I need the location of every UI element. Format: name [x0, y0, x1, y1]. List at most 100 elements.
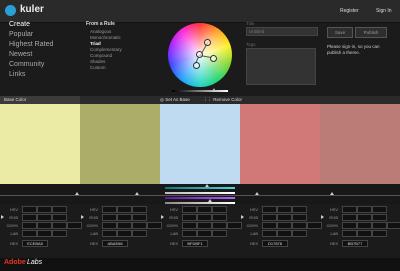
lab-value-field[interactable] [212, 230, 227, 237]
hsv-value-field[interactable] [132, 206, 147, 213]
cmyk-value-field[interactable] [37, 222, 52, 229]
rgb-value-field[interactable] [342, 214, 357, 221]
sign-in-link[interactable]: Sign In [376, 8, 392, 14]
rule-complementary[interactable]: Complementary [90, 47, 122, 52]
adobe-logo[interactable]: Adobe [4, 259, 26, 266]
nav-newest[interactable]: Newest [9, 51, 32, 59]
hsv-value-field[interactable] [212, 206, 227, 213]
color-swatch[interactable] [0, 104, 80, 184]
hsv-value-field[interactable] [372, 206, 387, 213]
lab-value-field[interactable] [22, 230, 37, 237]
rgb-value-field[interactable] [292, 214, 307, 221]
brightness-slider[interactable] [172, 90, 228, 92]
theme-title-input[interactable]: Untitled [246, 27, 318, 36]
lab-value-field[interactable] [277, 230, 292, 237]
gray-slider[interactable] [165, 202, 235, 204]
rgb-value-field[interactable] [37, 214, 52, 221]
rgb-value-field[interactable] [197, 214, 212, 221]
slider-thumb[interactable] [75, 192, 79, 195]
hex-value-field[interactable]: BFDBF1 [182, 240, 208, 247]
cmyk-value-field[interactable] [342, 222, 357, 229]
cyan-slider[interactable] [165, 187, 235, 189]
register-link[interactable]: Register [340, 8, 359, 14]
color-swatch[interactable] [80, 104, 160, 184]
lab-value-field[interactable] [52, 230, 67, 237]
save-button[interactable]: Save [327, 27, 353, 38]
wheel-color-marker[interactable] [204, 39, 211, 46]
hsv-value-field[interactable] [357, 206, 372, 213]
hex-value-field[interactable]: ECEBA5 [22, 240, 48, 247]
hex-value-field[interactable]: ABAE68 [102, 240, 128, 247]
rule-shades[interactable]: Shades [90, 59, 105, 64]
color-swatch[interactable] [240, 104, 320, 184]
lab-value-field[interactable] [182, 230, 197, 237]
hsv-value-field[interactable] [262, 206, 277, 213]
color-swatch[interactable] [320, 104, 400, 184]
hsv-value-field[interactable] [37, 206, 52, 213]
cmyk-value-field[interactable] [117, 222, 132, 229]
cmyk-value-field[interactable] [387, 222, 400, 229]
cmyk-value-field[interactable] [262, 222, 277, 229]
slider-thumb[interactable] [135, 192, 139, 195]
publish-button[interactable]: Publish [355, 27, 387, 38]
rgb-value-field[interactable] [102, 214, 117, 221]
cmyk-value-field[interactable] [372, 222, 387, 229]
rule-analogous[interactable]: Analogous [90, 29, 111, 34]
nav-links[interactable]: Links [9, 71, 25, 79]
rgb-value-field[interactable] [212, 214, 227, 221]
lab-value-field[interactable] [357, 230, 372, 237]
hsv-value-field[interactable] [22, 206, 37, 213]
lab-value-field[interactable] [262, 230, 277, 237]
wheel-base-marker[interactable] [196, 51, 203, 58]
kuler-logo-icon[interactable] [5, 5, 16, 16]
cmyk-value-field[interactable] [52, 222, 67, 229]
nav-popular[interactable]: Popular [9, 31, 33, 39]
nav-highest-rated[interactable]: Highest Rated [9, 41, 53, 49]
app-title[interactable]: kuler [20, 4, 44, 15]
rule-triad[interactable]: Triad [90, 41, 101, 46]
lab-value-field[interactable] [292, 230, 307, 237]
cmyk-value-field[interactable] [277, 222, 292, 229]
hex-value-field[interactable]: D17878 [262, 240, 288, 247]
lab-value-field[interactable] [342, 230, 357, 237]
rule-compound[interactable]: Compound [90, 53, 112, 58]
hsv-value-field[interactable] [52, 206, 67, 213]
lab-value-field[interactable] [37, 230, 52, 237]
color-swatch[interactable] [160, 104, 240, 184]
slider-thumb[interactable] [208, 199, 212, 202]
cmyk-value-field[interactable] [132, 222, 147, 229]
hsv-value-field[interactable] [277, 206, 292, 213]
cmyk-value-field[interactable] [212, 222, 227, 229]
hsv-value-field[interactable] [102, 206, 117, 213]
rule-monochromatic[interactable]: Monochromatic [90, 35, 121, 40]
rgb-value-field[interactable] [132, 214, 147, 221]
hsv-value-field[interactable] [292, 206, 307, 213]
brightness-slider-thumb[interactable] [212, 88, 216, 92]
lab-value-field[interactable] [132, 230, 147, 237]
wheel-color-marker[interactable] [210, 55, 217, 62]
lab-value-field[interactable] [117, 230, 132, 237]
cmyk-value-field[interactable] [292, 222, 307, 229]
lab-value-field[interactable] [197, 230, 212, 237]
labs-logo[interactable]: Labs [27, 259, 42, 266]
rgb-value-field[interactable] [372, 214, 387, 221]
purple-slider[interactable] [165, 197, 235, 199]
cmyk-value-field[interactable] [197, 222, 212, 229]
lab-value-field[interactable] [102, 230, 117, 237]
cmyk-value-field[interactable] [22, 222, 37, 229]
remove-color-button[interactable]: ⋮⋮ Remove Color [203, 97, 242, 103]
rgb-value-field[interactable] [117, 214, 132, 221]
nav-create[interactable]: Create [9, 21, 30, 29]
hsv-value-field[interactable] [182, 206, 197, 213]
rgb-value-field[interactable] [262, 214, 277, 221]
rgb-value-field[interactable] [52, 214, 67, 221]
hex-value-field[interactable]: BB7B77 [342, 240, 368, 247]
rgb-value-field[interactable] [22, 214, 37, 221]
set-as-base-button[interactable]: ◎ Set As Base [160, 97, 190, 103]
hsv-value-field[interactable] [197, 206, 212, 213]
cmyk-value-field[interactable] [102, 222, 117, 229]
hsv-value-field[interactable] [342, 206, 357, 213]
lab-value-field[interactable] [372, 230, 387, 237]
white-slider[interactable] [165, 192, 235, 194]
slider-thumb[interactable] [330, 192, 334, 195]
